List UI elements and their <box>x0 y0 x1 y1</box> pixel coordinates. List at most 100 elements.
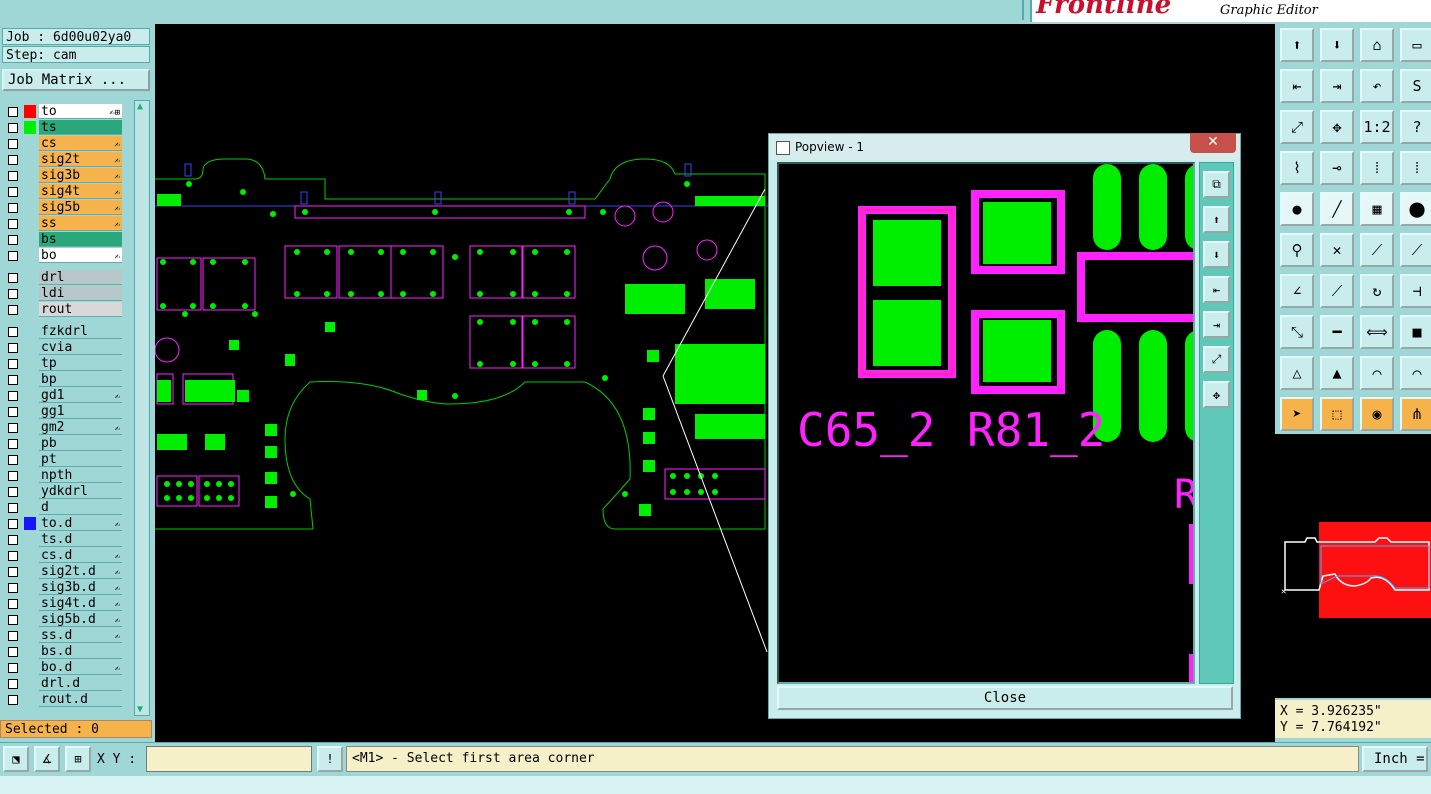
layer-visibility-checkbox[interactable] <box>8 273 18 283</box>
layer-row[interactable]: rout <box>4 302 124 318</box>
layer-visibility-checkbox[interactable] <box>8 305 18 315</box>
layer-up-icon[interactable]: ⬆ <box>1280 28 1314 62</box>
layer-row[interactable]: bs.d <box>4 644 124 660</box>
layer-row[interactable]: cvia <box>4 340 124 356</box>
layer-visibility-checkbox[interactable] <box>8 615 18 625</box>
popview-center-icon[interactable]: ✥ <box>1203 381 1230 408</box>
layer-row[interactable]: sig5b ✍ <box>4 200 124 216</box>
layer-row[interactable]: pb <box>4 436 124 452</box>
grid-icon[interactable]: ⊞ <box>65 746 91 772</box>
layer-row[interactable]: gm2 ✍ <box>4 420 124 436</box>
line-add-alt-icon[interactable]: ⟋ <box>1400 233 1431 267</box>
layer-name[interactable]: bp <box>39 372 122 387</box>
layer-visibility-checkbox[interactable] <box>8 423 18 433</box>
layer-name[interactable]: ts <box>39 120 122 135</box>
layer-name[interactable]: cs.d ✍ <box>39 548 122 563</box>
layer-visibility-checkbox[interactable] <box>8 455 18 465</box>
line-add-icon[interactable]: ⟋ <box>1360 233 1394 267</box>
layer-row[interactable]: sig3b ✍ <box>4 168 124 184</box>
popview-canvas[interactable]: C65_2 R81_2 R <box>777 162 1195 684</box>
layer-name[interactable]: bo.d ✍ <box>39 660 122 675</box>
popview-pan-down-icon[interactable]: ⬇ <box>1203 241 1230 268</box>
layer-name[interactable]: sig5b ✍ <box>39 200 122 215</box>
popview-pan-left-icon[interactable]: ⇤ <box>1203 276 1230 303</box>
angle-icon[interactable]: ∠ <box>1280 274 1314 308</box>
net-alt-icon[interactable]: ⁞ <box>1400 151 1431 185</box>
window-icon[interactable]: ▭ <box>1400 28 1431 62</box>
layer-visibility-checkbox[interactable] <box>8 679 18 689</box>
layer-visibility-checkbox[interactable] <box>8 599 18 609</box>
layer-row[interactable]: ts <box>4 120 124 136</box>
layer-visibility-checkbox[interactable] <box>8 123 18 133</box>
layer-name[interactable]: bo ✍ <box>39 248 122 263</box>
layer-row[interactable]: sig4t ✍ <box>4 184 124 200</box>
select-circle-icon[interactable]: ◉ <box>1360 397 1394 431</box>
home-icon[interactable]: ⌂ <box>1360 28 1394 62</box>
layer-row[interactable]: cs.d ✍ <box>4 548 124 564</box>
layer-row[interactable]: gd1 ✍ <box>4 388 124 404</box>
layer-name[interactable]: ss.d ✍ <box>39 628 122 643</box>
layer-name[interactable]: cvia <box>39 340 122 355</box>
fit-icon[interactable]: ⤢ <box>1280 110 1314 144</box>
snap-angle-icon[interactable]: ∡ <box>34 746 60 772</box>
layer-row[interactable]: drl <box>4 270 124 286</box>
layer-color-swatch[interactable] <box>24 105 36 118</box>
layer-visibility-checkbox[interactable] <box>8 359 18 369</box>
popview-close-button[interactable]: Close <box>777 686 1233 710</box>
layer-row[interactable]: d <box>4 500 124 516</box>
measure-icon[interactable]: ⌇ <box>1280 151 1314 185</box>
layer-name[interactable]: gg1 <box>39 404 122 419</box>
snap-icon[interactable]: ⊸ <box>1320 151 1354 185</box>
popview-pan-right-icon[interactable]: ⇥ <box>1203 311 1230 338</box>
arch-alt-icon[interactable]: ⌒ <box>1400 356 1431 390</box>
layer-name[interactable]: to ✍⊞ <box>39 104 122 119</box>
layer-name[interactable]: pb <box>39 436 122 451</box>
layer-name[interactable]: drl.d <box>39 676 122 691</box>
snake-icon[interactable]: S <box>1400 69 1431 103</box>
layer-name[interactable]: ss ✍ <box>39 216 122 231</box>
import-icon[interactable]: ⇤ <box>1280 69 1314 103</box>
layer-visibility-checkbox[interactable] <box>8 171 18 181</box>
layer-row[interactable]: bp <box>4 372 124 388</box>
net-icon[interactable]: ⁞ <box>1360 151 1394 185</box>
layer-visibility-checkbox[interactable] <box>8 251 18 261</box>
layer-visibility-checkbox[interactable] <box>8 187 18 197</box>
undo-icon[interactable]: ↶ <box>1360 69 1394 103</box>
layer-visibility-checkbox[interactable] <box>8 155 18 165</box>
layer-name[interactable]: sig3b.d ✍ <box>39 580 122 595</box>
resize-icon[interactable]: ⟺ <box>1360 315 1394 349</box>
layer-row[interactable]: to ✍⊞ <box>4 104 124 120</box>
layer-name[interactable]: bs <box>39 232 122 247</box>
layer-visibility-checkbox[interactable] <box>8 487 18 497</box>
layer-row[interactable]: pt <box>4 452 124 468</box>
layer-visibility-checkbox[interactable] <box>8 647 18 657</box>
popview-close-x-button[interactable]: ✕ <box>1190 133 1236 153</box>
fuse-icon[interactable]: ⊣ <box>1400 274 1431 308</box>
layer-row[interactable]: gg1 <box>4 404 124 420</box>
layer-visibility-checkbox[interactable] <box>8 663 18 673</box>
layer-row[interactable]: bs <box>4 232 124 248</box>
layer-visibility-checkbox[interactable] <box>8 439 18 449</box>
layer-name[interactable]: ldi <box>39 286 122 301</box>
layer-visibility-checkbox[interactable] <box>8 519 18 529</box>
pad-icon[interactable]: ● <box>1280 192 1314 226</box>
layer-down-icon[interactable]: ⬇ <box>1320 28 1354 62</box>
layer-row[interactable]: drl.d <box>4 676 124 692</box>
layer-row[interactable]: bo.d ✍ <box>4 660 124 676</box>
layer-row[interactable]: sig3b.d ✍ <box>4 580 124 596</box>
layer-visibility-checkbox[interactable] <box>8 551 18 561</box>
layer-row[interactable]: tp <box>4 356 124 372</box>
layer-row[interactable]: ss ✍ <box>4 216 124 232</box>
layer-name[interactable]: sig5b.d ✍ <box>39 612 122 627</box>
layer-name[interactable]: pt <box>39 452 122 467</box>
scroll-up-icon[interactable]: ▲ <box>137 101 143 112</box>
scale-icon[interactable]: 1:2 <box>1360 110 1394 144</box>
layer-row[interactable]: sig5b.d ✍ <box>4 612 124 628</box>
layer-visibility-checkbox[interactable] <box>8 471 18 481</box>
layer-name[interactable]: rout <box>39 302 122 317</box>
layer-visibility-checkbox[interactable] <box>8 535 18 545</box>
arch-icon[interactable]: ⌒ <box>1360 356 1394 390</box>
layer-visibility-checkbox[interactable] <box>8 219 18 229</box>
popview-fit-icon[interactable]: ⤢ <box>1203 346 1230 373</box>
layer-name[interactable]: sig2t ✍ <box>39 152 122 167</box>
